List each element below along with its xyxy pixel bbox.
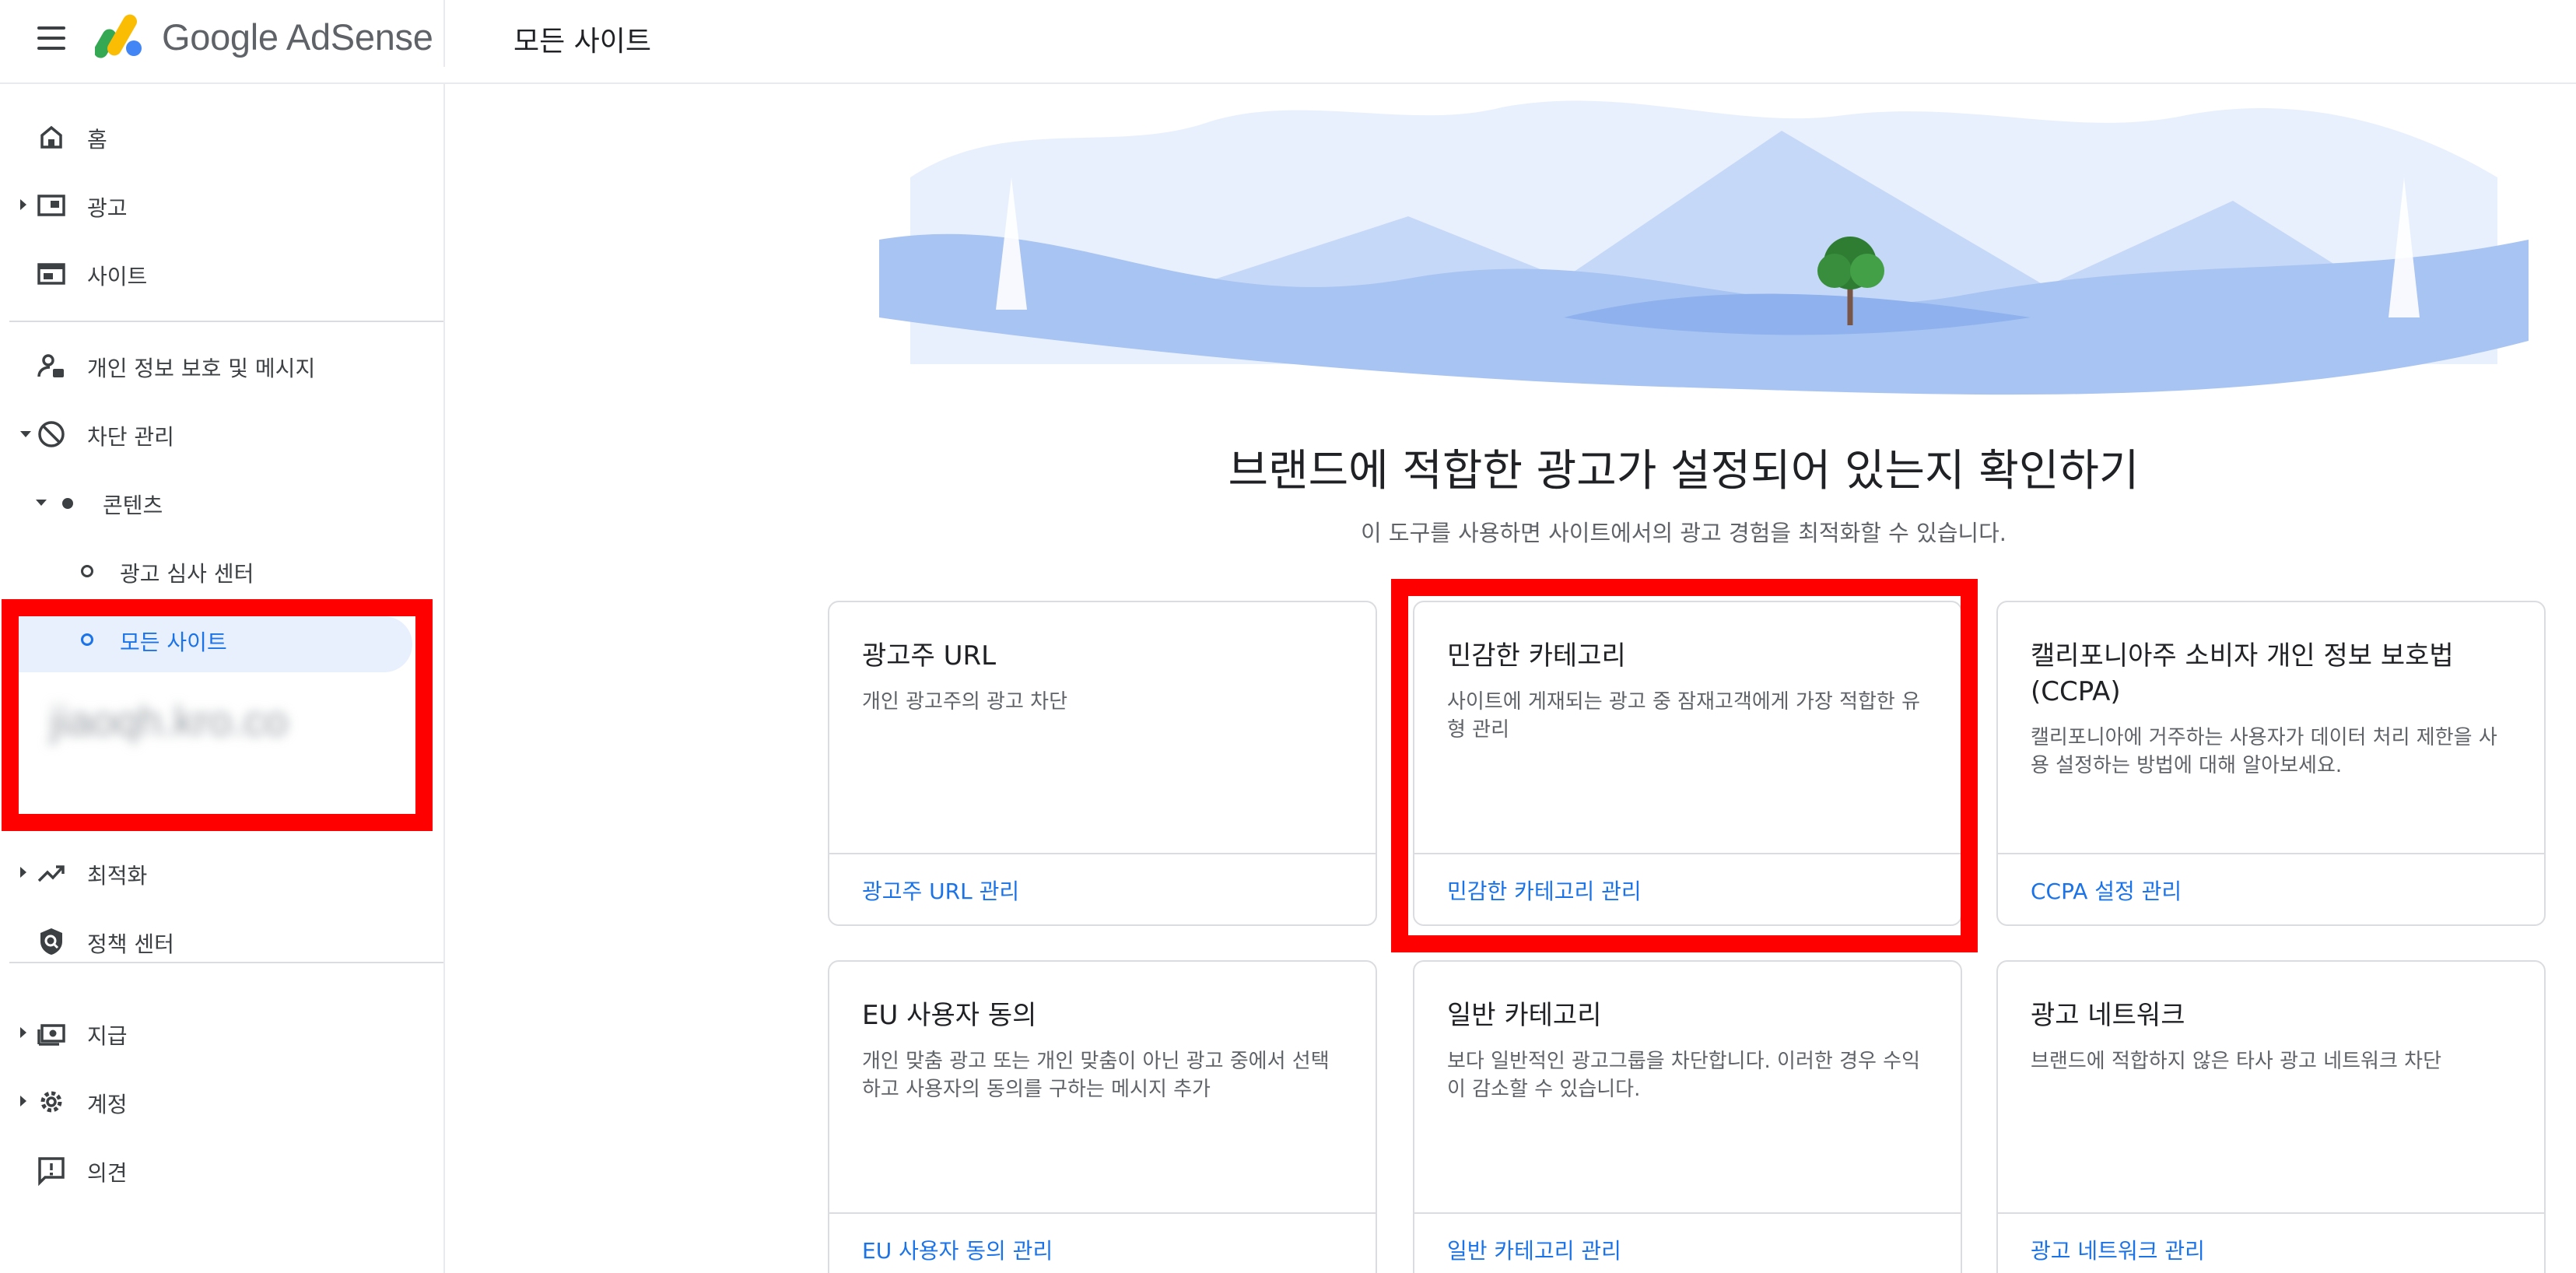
- card-description: 캘리포니아에 거주하는 사용자가 데이터 처리 제한을 사용 설정하는 방법에 …: [2031, 726, 2497, 777]
- card-title: 광고주 URL: [862, 640, 997, 672]
- card-eu-consent: EU 사용자 동의 개인 맞춤 광고 또는 개인 맞춤이 아닌 광고 중에서 선…: [828, 960, 1377, 1273]
- block-icon: [38, 421, 65, 447]
- sidebar-item-label: 최적화: [87, 863, 148, 889]
- card-advertiser-url: 광고주 URL 개인 광고주의 광고 차단 광고주 URL 관리: [828, 601, 1377, 926]
- card-description: 개인 광고주의 광고 차단: [862, 690, 1067, 714]
- card-description: 사이트에 게재되는 광고 중 잠재고객에게 가장 적합한 유형 관리: [1447, 690, 1921, 742]
- manage-advertiser-url-link[interactable]: 광고주 URL 관리: [862, 875, 1019, 906]
- card-description: 보다 일반적인 광고그룹을 차단합니다. 이러한 경우 수익이 감소할 수 있습…: [1447, 1050, 1921, 1101]
- card-footer: EU 사용자 동의 관리: [829, 1212, 1376, 1273]
- sidebar-item-ad-review[interactable]: 광고 심사 센터: [0, 542, 443, 601]
- main-title: 브랜드에 적합한 광고가 설정되어 있는지 확인하기: [1228, 446, 2140, 496]
- card-title: 일반 카테고리: [1447, 1000, 1602, 1031]
- hero-illustration: [879, 100, 2529, 395]
- sidebar-nav: 홈 광고 사이트 개인 정보 보호 및 메시지 차단 관리 콘텐츠 광고 심사 …: [0, 84, 445, 1273]
- chevron-right-icon: [20, 1027, 26, 1038]
- card-ad-networks: 광고 네트워크 브랜드에 적합하지 않은 타사 광고 네트워크 차단 광고 네트…: [1996, 960, 2546, 1273]
- sidebar-item-label: 지급: [87, 1023, 128, 1049]
- card-general-categories: 일반 카테고리 보다 일반적인 광고그룹을 차단합니다. 이러한 경우 수익이 …: [1413, 960, 1962, 1273]
- card-title: EU 사용자 동의: [862, 1000, 1037, 1031]
- sidebar-item-label: 차단 관리: [87, 424, 174, 450]
- sidebar-item-feedback[interactable]: 의견: [0, 1141, 443, 1200]
- sidebar-item-label: 개인 정보 보호 및 메시지: [87, 356, 316, 381]
- manage-general-categories-link[interactable]: 일반 카테고리 관리: [1447, 1234, 1621, 1265]
- adsense-logo-icon: [95, 14, 142, 58]
- sidebar-divider: [9, 962, 443, 963]
- gear-icon: [40, 1091, 62, 1113]
- policy-icon: [40, 928, 62, 955]
- payments-icon: [37, 1024, 65, 1046]
- sidebar-item-label: 의견: [87, 1160, 128, 1186]
- chevron-right-icon: [20, 1096, 26, 1106]
- sidebar-item-home[interactable]: 홈: [0, 107, 443, 167]
- sidebar-item-label: 콘텐츠: [103, 493, 163, 518]
- sidebar-item-blocking[interactable]: 차단 관리: [0, 405, 443, 464]
- sidebar-item-account[interactable]: 계정: [0, 1072, 443, 1131]
- menu-icon[interactable]: [37, 26, 65, 50]
- sidebar-item-label: 광고 심사 센터: [120, 561, 254, 587]
- sidebar-item-ads[interactable]: 광고: [0, 176, 443, 235]
- sidebar-item-optimization[interactable]: 최적화: [0, 843, 443, 903]
- card-ccpa: 캘리포니아주 소비자 개인 정보 보호법 (CCPA) 캘리포니아에 거주하는 …: [1996, 601, 2546, 926]
- ad-unit-icon: [37, 195, 65, 216]
- main-subtitle: 이 도구를 사용하면 사이트에서의 광고 경험을 최적화할 수 있습니다.: [1360, 520, 2006, 546]
- sidebar-item-payments[interactable]: 지급: [0, 1004, 443, 1063]
- top-app-bar: Google AdSense 모든 사이트: [0, 0, 2576, 84]
- chevron-down-icon: [20, 431, 31, 437]
- feedback-icon: [38, 1157, 65, 1186]
- sidebar-item-label: 모든 사이트: [120, 629, 227, 655]
- card-footer: 일반 카테고리 관리: [1414, 1212, 1961, 1273]
- chevron-right-icon: [20, 867, 26, 878]
- card-description: 브랜드에 적합하지 않은 타사 광고 네트워크 차단: [2031, 1050, 2441, 1073]
- card-footer: 광고주 URL 관리: [829, 853, 1376, 924]
- manage-eu-consent-link[interactable]: EU 사용자 동의 관리: [862, 1234, 1053, 1265]
- web-icon: [37, 263, 65, 285]
- manage-sensitive-categories-link[interactable]: 민감한 카테고리 관리: [1447, 875, 1642, 906]
- card-title: 민감한 카테고리: [1447, 640, 1626, 672]
- sidebar-item-label: 계정: [87, 1092, 128, 1117]
- card-description: 개인 맞춤 광고 또는 개인 맞춤이 아닌 광고 중에서 선택하고 사용자의 동…: [862, 1050, 1330, 1101]
- bullet-icon: [62, 498, 73, 509]
- manage-ccpa-link[interactable]: CCPA 설정 관리: [2031, 875, 2182, 906]
- brand-name: Google AdSense: [162, 16, 433, 58]
- card-footer: 광고 네트워크 관리: [1998, 1212, 2544, 1273]
- privacy-icon: [37, 354, 64, 377]
- manage-ad-networks-link[interactable]: 광고 네트워크 관리: [2031, 1234, 2205, 1265]
- sidebar-item-label: 사이트: [87, 264, 148, 289]
- header-divider: [443, 0, 445, 67]
- sidebar-item-label: 광고: [87, 195, 128, 221]
- sidebar-item-label: 홈: [87, 127, 107, 153]
- chevron-down-icon: [36, 500, 47, 506]
- chevron-right-icon: [20, 199, 26, 210]
- sidebar-item-sites[interactable]: 사이트: [0, 244, 443, 303]
- card-footer: CCPA 설정 관리: [1998, 853, 2544, 924]
- card-footer: 민감한 카테고리 관리: [1414, 853, 1961, 924]
- card-title: 광고 네트워크: [2031, 1000, 2185, 1031]
- card-sensitive-categories: 민감한 카테고리 사이트에 게재되는 광고 중 잠재고객에게 가장 적합한 유형…: [1413, 601, 1962, 926]
- sidebar-item-content[interactable]: 콘텐츠: [0, 473, 443, 532]
- sidebar-item-all-sites[interactable]: 모든 사이트: [0, 610, 443, 669]
- page-title: 모든 사이트: [513, 26, 652, 58]
- sidebar-item-label: 정책 센터: [87, 931, 174, 957]
- sidebar-divider: [9, 321, 443, 322]
- site-url-blurred[interactable]: jiaoqh.kro.co: [50, 697, 288, 745]
- circle-outline-icon: [81, 633, 93, 646]
- home-icon: [40, 125, 62, 149]
- card-title: 캘리포니아주 소비자 개인 정보 보호법 (CCPA): [2031, 640, 2454, 707]
- circle-outline-icon: [81, 565, 93, 577]
- trending-up-icon: [37, 865, 65, 882]
- sidebar-item-privacy[interactable]: 개인 정보 보호 및 메시지: [0, 336, 443, 395]
